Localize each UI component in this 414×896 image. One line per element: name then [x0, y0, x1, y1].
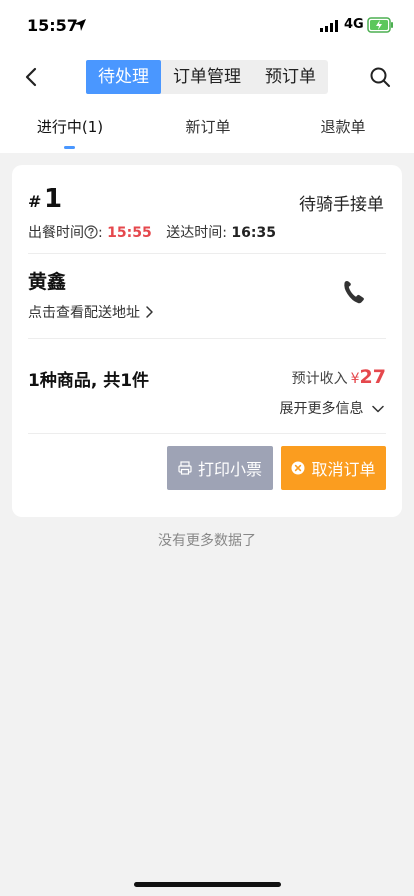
home-indicator[interactable] — [134, 882, 281, 887]
meal-time-colon: : — [98, 225, 103, 241]
order-status: 待骑手接单 — [299, 195, 384, 215]
close-circle-icon — [291, 461, 305, 475]
network-type: 4G — [344, 17, 364, 32]
chevron-right-icon — [146, 306, 154, 318]
income-row: 预计收入 ¥27 — [292, 366, 386, 388]
segmented-control: 待处理 订单管理 预订单 — [86, 60, 328, 94]
status-bar: 15:57 4G — [0, 0, 414, 54]
order-hash: # — [28, 192, 42, 211]
income-label: 预计收入 — [291, 371, 348, 387]
battery-charging-icon — [367, 17, 393, 33]
meal-time-label: 出餐时间 — [28, 225, 84, 241]
address-link-label: 点击查看配送地址 — [28, 305, 140, 321]
chevron-down-icon — [372, 405, 384, 413]
question-circle-icon[interactable] — [84, 225, 98, 239]
printer-icon — [178, 461, 192, 475]
items-summary: 1种商品, 共1件 — [28, 371, 150, 391]
income-amount: 27 — [359, 366, 386, 388]
view-address-link[interactable]: 点击查看配送地址 — [28, 302, 154, 322]
customer-name: 黄鑫 — [28, 271, 67, 293]
divider — [28, 433, 386, 434]
tab-indicator — [64, 146, 75, 149]
back-arrow-icon[interactable] — [20, 65, 44, 89]
meal-time-value: 15:55 — [107, 225, 152, 241]
signal-icon — [320, 20, 338, 32]
cancel-button-label: 取消订单 — [311, 460, 376, 479]
no-more-data-text: 没有更多数据了 — [158, 533, 256, 549]
search-icon[interactable] — [368, 65, 392, 89]
top-area: 15:57 4G 待处理 订单管理 预订单 进行中(1) 新订单 退款单 — [0, 0, 414, 153]
print-button-label: 打印小票 — [197, 460, 262, 479]
expand-more-info[interactable]: 展开更多信息 — [280, 398, 384, 418]
cancel-order-button[interactable]: 取消订单 — [281, 446, 386, 490]
divider — [28, 253, 386, 254]
segment-order-management[interactable]: 订单管理 — [161, 60, 253, 94]
divider — [28, 338, 386, 339]
location-arrow-icon — [74, 19, 86, 31]
delivery-time-label: 送达时间: — [166, 225, 227, 241]
order-number: 1 — [44, 184, 63, 214]
segment-reservation[interactable]: 预订单 — [253, 60, 328, 94]
time-row: 出餐时间: 15:55 送达时间: 16:35 — [28, 222, 276, 242]
tab-in-progress[interactable]: 进行中(1) — [34, 116, 106, 137]
sub-tabs: 进行中(1) 新订单 退款单 — [0, 110, 414, 153]
delivery-time-value: 16:35 — [231, 225, 276, 241]
tab-new-orders[interactable]: 新订单 — [172, 116, 244, 137]
income-currency: ¥ — [350, 371, 360, 387]
order-card: # 1 待骑手接单 出餐时间: 15:55 送达时间: 16:35 黄鑫 点击查… — [12, 165, 402, 517]
status-time: 15:57 — [27, 16, 78, 35]
nav-bar: 待处理 订单管理 预订单 — [0, 54, 414, 100]
expand-label: 展开更多信息 — [279, 401, 364, 417]
phone-icon[interactable] — [342, 279, 366, 305]
segment-pending[interactable]: 待处理 — [86, 60, 161, 94]
print-receipt-button[interactable]: 打印小票 — [167, 446, 273, 490]
tab-refunds[interactable]: 退款单 — [307, 116, 379, 137]
